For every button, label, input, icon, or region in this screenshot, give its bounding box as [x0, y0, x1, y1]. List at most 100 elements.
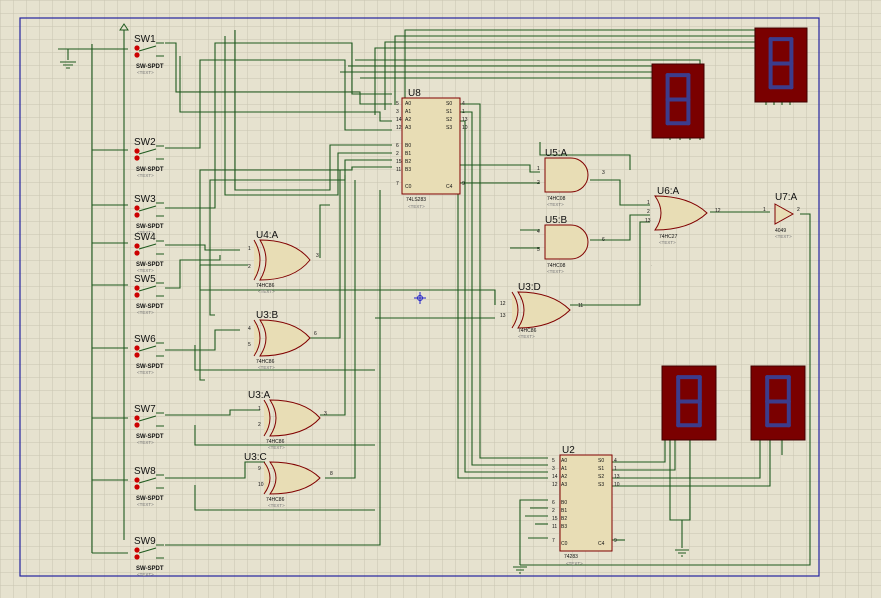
switch-ref: SW8: [134, 466, 156, 477]
gate-pin-a: 9: [258, 466, 261, 472]
gate-pin-out: 8: [330, 471, 333, 477]
adder-pin-label: A0: [561, 458, 567, 464]
gate-ref: U3:A: [248, 390, 271, 401]
gate-pin-a: 1: [248, 246, 251, 252]
gate-tag: <TEXT>: [258, 365, 275, 370]
switch-pin-icon: [134, 212, 140, 218]
switch-ref: SW6: [134, 334, 156, 345]
adder-pin-label: S0: [446, 101, 452, 107]
grid-background: [0, 0, 881, 598]
switch-pin-icon: [134, 148, 140, 154]
adder-pin-label: B0: [405, 143, 411, 149]
gate-ref: U4:A: [256, 230, 279, 241]
gate-pin-out: 3: [602, 170, 605, 176]
adder-pin-number: 2: [396, 151, 399, 157]
adder-pin-number: 11: [552, 524, 557, 530]
switch-tag: <TEXT>: [137, 440, 154, 445]
buffer-pin-in: 1: [763, 207, 766, 213]
adder-pin-label: A2: [561, 474, 567, 480]
adder-pin-number: 10: [462, 125, 468, 131]
adder-pin-number: 12: [396, 125, 402, 131]
gate-pin-out: 11: [578, 303, 583, 309]
adder-part: 74283: [564, 554, 578, 560]
switch-tag: <TEXT>: [137, 310, 154, 315]
switch-pin-icon: [134, 292, 140, 298]
switch-pin-icon: [134, 45, 140, 51]
adder-pin-label: A1: [405, 109, 411, 115]
schematic-canvas[interactable]: SW1SW-SPDT<TEXT>SW2SW-SPDT<TEXT>SW3SW-SP…: [0, 0, 881, 598]
switch-pin-icon: [134, 422, 140, 428]
adder-pin-label: A2: [405, 117, 411, 123]
adder-pin-number: 4: [462, 101, 465, 107]
adder-pin-number: 2: [552, 508, 555, 514]
switch-pin-icon: [134, 250, 140, 256]
gate-tag: <TEXT>: [659, 240, 676, 245]
adder-pin-label: B2: [405, 159, 411, 165]
gate-pin-b: 2: [248, 264, 251, 270]
adder-pin-number: 12: [552, 482, 558, 488]
gate-tag: <TEXT>: [268, 503, 285, 508]
adder-pin-label: B3: [561, 524, 567, 530]
switch-tag: <TEXT>: [137, 502, 154, 507]
gate-ref: U5:B: [545, 215, 568, 226]
adder-pin-label: C4: [598, 541, 605, 547]
adder-pin-label: B0: [561, 500, 567, 506]
adder-ref: U8: [408, 88, 421, 99]
adder-part: 74LS283: [406, 197, 426, 203]
adder-pin-label: B1: [561, 508, 567, 514]
adder-u8[interactable]: U8 74LS283 <TEXT> 5 A03 A114 A212 A36 B02 B115…: [396, 88, 468, 209]
gate-pin-out: 3: [316, 253, 319, 259]
adder-pin-label: S0: [598, 458, 604, 464]
switch-pin-icon: [134, 285, 140, 291]
gate-pin-out: 12: [715, 208, 721, 214]
adder-pin-label: A0: [405, 101, 411, 107]
adder-body: [559, 454, 613, 552]
gate-tag: <TEXT>: [258, 289, 275, 294]
buffer-ref: U7:A: [775, 192, 798, 203]
adder-pin-number: 3: [396, 109, 399, 115]
adder-pin-number: 3: [552, 466, 555, 472]
adder-pin-label: S1: [598, 466, 604, 472]
adder-pin-number: 13: [462, 117, 468, 123]
and-gate-body: [544, 224, 589, 260]
gate-ref: U3:D: [518, 282, 541, 293]
switch-pin-icon: [134, 345, 140, 351]
adder-pin-number: 10: [614, 482, 620, 488]
buffer-pin-out: 2: [797, 207, 800, 213]
gate-ref: U5:A: [545, 148, 568, 159]
adder-pin-number: 7: [396, 181, 399, 187]
gate-pin-out: 6: [314, 331, 317, 337]
adder-pin-number: 1: [614, 466, 617, 472]
switch-tag: <TEXT>: [137, 173, 154, 178]
switch-tag: <TEXT>: [137, 268, 154, 273]
adder-pin-number: 9: [614, 538, 617, 544]
adder-pin-label: B2: [561, 516, 567, 522]
adder-pin-label: A3: [405, 125, 411, 131]
switch-tag: <TEXT>: [137, 70, 154, 75]
switch-ref: SW1: [134, 34, 156, 45]
adder-pin-label: C0: [561, 541, 568, 547]
gate-tag: <TEXT>: [518, 334, 535, 339]
switch-pin-icon: [134, 477, 140, 483]
gate-pin-a: 1: [537, 166, 540, 172]
switch-ref: SW3: [134, 194, 156, 205]
gate-pin-c: 13: [645, 218, 651, 224]
adder-pin-number: 14: [552, 474, 558, 480]
switch-ref: SW7: [134, 404, 156, 415]
switch-pin-icon: [134, 554, 140, 560]
adder-ref: U2: [562, 445, 575, 456]
switch-tag: <TEXT>: [137, 370, 154, 375]
and-gate-body: [544, 157, 589, 193]
adder-pin-number: 13: [614, 474, 620, 480]
adder-pin-number: 6: [396, 143, 399, 149]
gate-ref: U6:A: [657, 186, 680, 197]
switch-pin-icon: [134, 415, 140, 421]
gate-pin-b: 2: [537, 180, 540, 186]
gate-tag: <TEXT>: [547, 202, 564, 207]
adder-pin-label: S2: [446, 117, 452, 123]
adder-pin-number: 15: [396, 159, 402, 165]
adder-u2[interactable]: U2 74283 <TEXT> 5 A03 A114 A212 A36 B02 B115 B2…: [552, 445, 620, 566]
gate-pin-b: 2: [258, 422, 261, 428]
switch-ref: SW5: [134, 274, 156, 285]
adder-pin-number: 5: [552, 458, 555, 464]
